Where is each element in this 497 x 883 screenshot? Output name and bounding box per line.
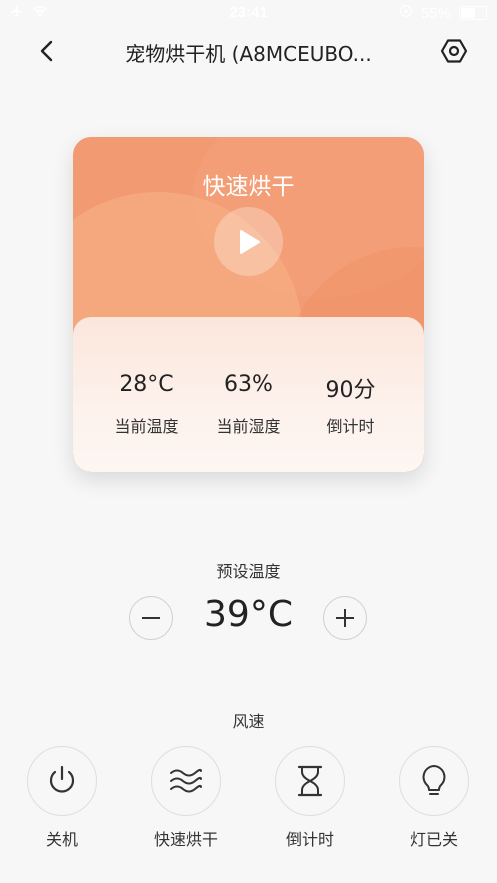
status-bar: 23:41 55% — [0, 0, 497, 26]
play-icon — [239, 229, 260, 254]
stat-value: 28°C — [119, 372, 174, 397]
page-title: 宠物烘干机 (A8MCEUBO... — [125, 42, 372, 66]
control-label: 关机 — [45, 830, 78, 849]
battery-icon — [459, 6, 487, 20]
wind-icon — [170, 768, 202, 793]
fast-dry-button[interactable] — [151, 746, 221, 816]
stat-value: 90分 — [325, 378, 376, 403]
back-button[interactable] — [30, 34, 64, 68]
hourglass-icon — [297, 765, 323, 797]
play-button[interactable] — [214, 207, 283, 276]
status-panel: 28°C 当前温度 63% 当前湿度 90分 倒计时 — [73, 317, 424, 472]
orientation-lock-icon — [399, 4, 413, 22]
power-button[interactable] — [27, 746, 97, 816]
bulb-icon — [422, 765, 446, 795]
status-right: 55% — [399, 4, 487, 22]
minus-icon — [142, 617, 160, 619]
increase-temperature-button[interactable] — [323, 596, 367, 640]
wind-speed-label: 风速 — [232, 712, 265, 731]
settings-hexagon-icon — [440, 39, 468, 63]
mode-title: 快速烘干 — [202, 174, 295, 200]
stat-value: 63% — [224, 372, 273, 397]
mode-card: 快速烘干 28°C 当前温度 63% 当前湿度 90分 倒计时 — [73, 137, 424, 472]
settings-button[interactable] — [437, 34, 471, 68]
power-icon — [49, 765, 75, 793]
control-label: 倒计时 — [285, 830, 334, 849]
decrease-temperature-button[interactable] — [129, 596, 173, 640]
control-label: 灯已关 — [409, 830, 458, 849]
chevron-left-icon — [40, 40, 53, 62]
stat-label: 当前温度 — [114, 417, 179, 436]
control-label: 快速烘干 — [153, 830, 218, 849]
stat-label: 当前湿度 — [216, 417, 281, 436]
timer-button[interactable] — [275, 746, 345, 816]
stat-label: 倒计时 — [326, 417, 375, 436]
light-button[interactable] — [399, 746, 469, 816]
battery-percent: 55% — [420, 4, 451, 22]
preset-temperature-label: 预设温度 — [216, 562, 281, 581]
plus-icon — [336, 609, 354, 627]
header: 宠物烘干机 (A8MCEUBO... — [0, 26, 497, 76]
preset-temperature-value: 39°C — [204, 594, 293, 635]
